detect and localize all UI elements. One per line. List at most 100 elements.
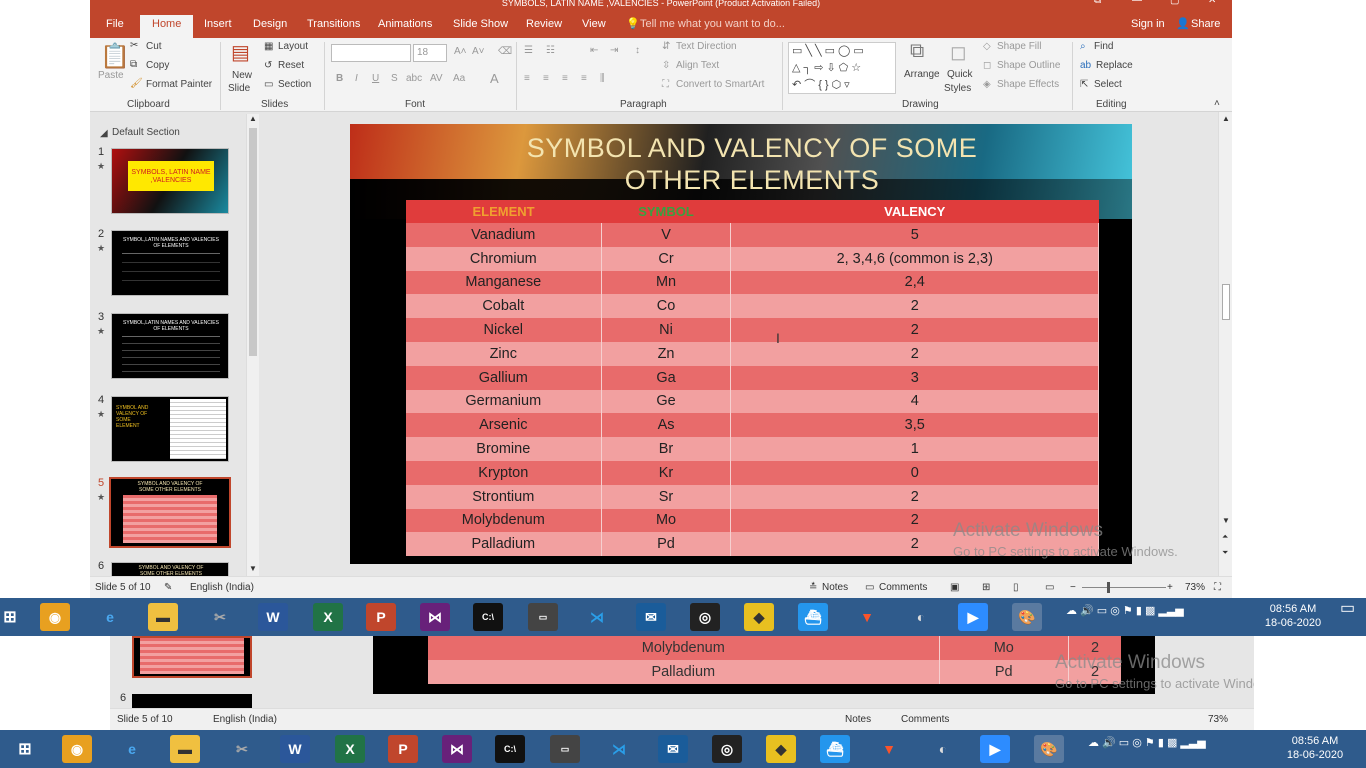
cell-symbol[interactable]: Co xyxy=(601,294,732,319)
tab-design[interactable]: Design xyxy=(253,16,287,38)
table-row[interactable]: Bromine Br 1 xyxy=(406,437,1099,461)
system-tray-icons[interactable]: ☁ 🔊 ▭ ◎ ⚑ ▮ ▩ ▂▃▅ xyxy=(1066,604,1184,618)
change-case-icon[interactable]: Aa xyxy=(453,73,465,84)
current-slide[interactable]: SYMBOL AND VALENCY OF SOME OTHER ELEMENT… xyxy=(350,124,1132,564)
cell-symbol[interactable]: As xyxy=(601,413,732,438)
italic-icon[interactable]: I xyxy=(355,73,358,84)
tell-me-input[interactable]: Tell me what you want to do... xyxy=(640,16,785,38)
sign-in-link[interactable]: Sign in xyxy=(1131,16,1165,38)
slide-thumbnail-4[interactable]: SYMBOL AND VALENCY OF SOME ELEMENT xyxy=(111,396,229,462)
table-row[interactable]: Vanadium V 5 xyxy=(406,223,1099,247)
slide-thumbnail-1[interactable]: SYMBOLS, LATIN NAME ,VALENCIES xyxy=(111,148,229,214)
cell-element[interactable]: Zinc xyxy=(406,341,602,366)
clear-format-icon[interactable]: ⌫ xyxy=(498,46,512,57)
table-row[interactable]: Strontium Sr 2 xyxy=(406,484,1099,509)
cell-element[interactable]: Palladium xyxy=(406,532,602,557)
terminal-icon[interactable]: ▭ xyxy=(528,603,558,631)
cell-valency[interactable]: 2 xyxy=(730,318,1099,342)
quick-styles-button[interactable]: Quick xyxy=(947,69,973,80)
decrease-indent-icon[interactable]: ⇤ xyxy=(590,45,598,56)
minimize-icon[interactable]: — xyxy=(1132,0,1142,6)
table-row[interactable]: Zinc Zn 2 xyxy=(406,341,1099,366)
slide-thumbnail-3[interactable]: SYMBOL,LATIN NAMES AND VALENCIES OF ELEM… xyxy=(111,313,229,379)
paint-icon[interactable]: 🎨 xyxy=(1012,603,1042,631)
zoom-out-icon[interactable]: − xyxy=(1070,582,1076,593)
justify-icon[interactable]: ≡ xyxy=(581,73,587,84)
bold-icon[interactable]: B xyxy=(336,73,343,84)
cell-symbol[interactable]: Mo xyxy=(601,508,732,533)
new-slide-icon[interactable]: ▤ xyxy=(231,40,250,65)
shape-fill-button[interactable]: Shape Fill xyxy=(997,41,1041,52)
align-right-icon[interactable]: ≡ xyxy=(562,73,568,84)
layout-button[interactable]: Layout xyxy=(278,41,308,52)
quick-styles-button-line2[interactable]: Styles xyxy=(944,83,971,94)
scroll-down-icon[interactable]: ▼ xyxy=(1222,516,1230,525)
shrink-font-icon[interactable]: A˅ xyxy=(472,46,485,57)
cell-symbol[interactable]: Ga xyxy=(601,365,732,390)
cell-element[interactable]: Chromium xyxy=(406,246,602,271)
normal-view-icon[interactable]: ▣ xyxy=(950,582,959,593)
vs-code-icon[interactable]: ⋊ xyxy=(582,603,612,631)
cell-element[interactable]: Bromine xyxy=(406,437,602,461)
slide-thumbnail-5[interactable]: SYMBOL AND VALENCY OF SOME OTHER ELEMENT… xyxy=(109,477,231,548)
tab-animations[interactable]: Animations xyxy=(378,16,432,38)
text-direction-button[interactable]: Text Direction xyxy=(676,41,737,52)
zoom-slider-thumb[interactable] xyxy=(1107,582,1110,593)
scroll-thumb[interactable] xyxy=(1222,284,1230,320)
arrange-icon[interactable]: ⧉ xyxy=(910,40,924,63)
table-row[interactable]: Cobalt Co 2 xyxy=(406,294,1099,319)
section-collapse-icon[interactable]: ◢ xyxy=(100,128,108,139)
table-row[interactable]: Nickel Ni 2 xyxy=(406,318,1099,342)
cell-symbol[interactable]: Kr xyxy=(601,460,732,485)
cell-symbol[interactable]: Cr xyxy=(601,246,732,271)
cell-symbol[interactable]: Br xyxy=(601,437,732,461)
cell-symbol[interactable]: Zn xyxy=(601,341,732,366)
tab-insert[interactable]: Insert xyxy=(204,16,232,38)
zoom-in-icon[interactable]: + xyxy=(1167,582,1173,593)
excel-icon[interactable]: X xyxy=(313,603,343,631)
snipping-tool-icon[interactable]: ✂ xyxy=(205,603,235,631)
cell-symbol[interactable]: Pd xyxy=(601,532,732,557)
table-row[interactable]: Manganese Mn 2,4 xyxy=(406,270,1099,295)
grow-font-icon[interactable]: A˄ xyxy=(454,46,467,57)
align-text-button[interactable]: Align Text xyxy=(676,60,719,71)
cell-element[interactable]: Germanium xyxy=(406,389,602,414)
scroll-thumb[interactable] xyxy=(249,128,257,356)
chrome-icon[interactable]: ◉ xyxy=(40,603,70,631)
slideshow-icon[interactable]: ▭ xyxy=(1045,582,1054,593)
maps-icon[interactable]: ◆ xyxy=(744,603,774,631)
cell-valency[interactable]: 1 xyxy=(730,437,1099,461)
file-explorer-icon[interactable]: ▬ xyxy=(148,603,178,631)
close-icon[interactable]: ✕ xyxy=(1208,0,1216,6)
format-painter-button[interactable]: Format Painter xyxy=(146,79,212,90)
new-slide-button[interactable]: New xyxy=(232,70,252,81)
cell-element[interactable]: Vanadium xyxy=(406,223,602,247)
cell-element[interactable]: Cobalt xyxy=(406,294,602,319)
tab-home[interactable]: Home xyxy=(140,15,194,38)
scroll-up-icon[interactable]: ▲ xyxy=(1222,114,1230,123)
font-color-icon[interactable]: A xyxy=(490,71,499,86)
cell-element[interactable]: Strontium xyxy=(406,484,602,509)
cell-element[interactable]: Manganese xyxy=(406,270,602,295)
shape-outline-button[interactable]: Shape Outline xyxy=(997,60,1060,71)
slide-thumbnail-2[interactable]: SYMBOL,LATIN NAMES AND VALENCIES OF ELEM… xyxy=(111,230,229,296)
notification-icon[interactable]: ▭ xyxy=(1340,601,1355,617)
section-button[interactable]: Section xyxy=(278,79,311,90)
cell-valency[interactable]: 0 xyxy=(730,460,1099,485)
cell-valency[interactable]: 3 xyxy=(730,365,1099,390)
cell-symbol[interactable]: Mn xyxy=(601,270,732,295)
shape-effects-button[interactable]: Shape Effects xyxy=(997,79,1059,90)
find-button[interactable]: Find xyxy=(1094,41,1113,52)
cell-valency[interactable]: 2 xyxy=(730,341,1099,366)
obs-icon[interactable]: ◎ xyxy=(690,603,720,631)
underline-icon[interactable]: U xyxy=(372,73,379,84)
word-icon[interactable]: W xyxy=(258,603,288,631)
paste-icon[interactable]: 📋 xyxy=(100,42,130,71)
cell-symbol[interactable]: Ni xyxy=(601,318,732,342)
char-spacing-icon[interactable]: AV xyxy=(430,73,443,84)
tab-review[interactable]: Review xyxy=(526,16,562,38)
ribbon-display-icon[interactable]: ⧉ xyxy=(1094,0,1101,6)
slide-sorter-icon[interactable]: ⊞ xyxy=(982,582,990,593)
line-spacing-icon[interactable]: ↕ xyxy=(635,45,640,56)
cell-element[interactable]: Arsenic xyxy=(406,413,602,438)
